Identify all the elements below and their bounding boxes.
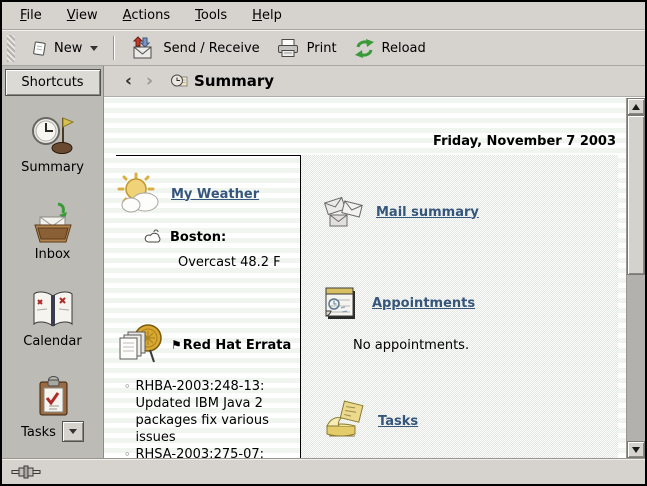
- errata-section: ⚑Red Hat Errata ◦ RHBA-2003:248-13: Upda…: [116, 322, 300, 458]
- send-receive-icon: [130, 36, 157, 60]
- chevron-down-icon: [90, 46, 98, 51]
- right-column: Mail summary: [300, 155, 618, 458]
- weather-condition: Overcast 48.2 F: [178, 255, 300, 270]
- errata-papers-icon: [116, 322, 166, 368]
- tasks-section: Tasks No tasks: [321, 399, 618, 458]
- sidebar-item-label: Calendar: [23, 334, 81, 349]
- summary-mini-icon: [170, 72, 189, 90]
- errata-item-text: RHSA-2003:275-07: Updated CUPS packages …: [136, 446, 301, 458]
- errata-section-header: ⚑Red Hat Errata: [116, 322, 300, 368]
- up-arrow-icon: [632, 104, 640, 110]
- envelopes-icon: [321, 191, 367, 233]
- new-button[interactable]: New: [23, 36, 106, 61]
- new-button-label: New: [54, 41, 82, 56]
- print-label: Print: [307, 41, 337, 56]
- send-receive-label: Send / Receive: [163, 41, 259, 56]
- send-receive-button[interactable]: Send / Receive: [122, 32, 267, 64]
- menu-help[interactable]: Help: [248, 5, 286, 26]
- sidebar-item-inbox[interactable]: Inbox: [29, 201, 77, 262]
- toolbar: New Send / Receive: [2, 30, 645, 66]
- toolbar-grip-handle[interactable]: [7, 35, 15, 62]
- scroll-up-button[interactable]: [627, 98, 645, 115]
- sun-cloud-icon: [116, 172, 162, 216]
- page-title: Summary: [194, 72, 274, 90]
- printer-icon: [276, 38, 301, 59]
- sidebar-item-label: Tasks: [21, 425, 56, 440]
- reload-icon: [353, 38, 376, 59]
- chevron-down-icon: [69, 429, 77, 434]
- online-plug-icon[interactable]: [11, 465, 41, 479]
- appointments-link[interactable]: Appointments: [372, 296, 475, 311]
- sidebar-item-tasks[interactable]: Tasks: [21, 375, 84, 442]
- errata-list: ◦ RHBA-2003:248-13: Updated IBM Java 2 p…: [124, 378, 300, 458]
- appointments-pad-icon: [321, 283, 363, 323]
- scrollbar-thumb[interactable]: [627, 115, 645, 275]
- menu-view[interactable]: View: [63, 5, 102, 26]
- evolution-window: File View Actions Tools Help New: [0, 0, 647, 486]
- sidebar-item-summary[interactable]: Summary: [21, 114, 84, 175]
- errata-item-text: RHBA-2003:248-13: Updated IBM Java 2 pac…: [136, 378, 301, 446]
- errata-title: ⚑Red Hat Errata: [171, 338, 291, 353]
- summary-content: Friday, November 7 2003: [104, 98, 626, 458]
- summary-columns: My Weather Boston:: [116, 155, 618, 458]
- shortcuts-button[interactable]: Shortcuts: [5, 69, 101, 96]
- date-heading: Friday, November 7 2003: [104, 134, 616, 149]
- weather-city-row: Boston:: [144, 229, 300, 245]
- menu-tools[interactable]: Tools: [191, 5, 231, 26]
- down-arrow-icon: [632, 447, 640, 453]
- menu-actions[interactable]: Actions: [119, 5, 175, 26]
- appointments-section-header: Appointments: [321, 283, 618, 323]
- folder-header: ‹ › Summary: [104, 66, 645, 97]
- small-cloud-icon: [144, 229, 163, 245]
- my-weather-link[interactable]: My Weather: [171, 187, 259, 202]
- back-button[interactable]: ‹: [118, 71, 139, 91]
- left-column: My Weather Boston:: [116, 155, 300, 458]
- flag-icon: ⚑: [171, 338, 182, 352]
- reload-button[interactable]: Reload: [345, 34, 434, 63]
- summary-clock-icon: [28, 114, 76, 158]
- errata-list-item[interactable]: ◦ RHBA-2003:248-13: Updated IBM Java 2 p…: [124, 378, 300, 446]
- sticky-notes-icon: [321, 399, 369, 443]
- errata-list-item[interactable]: ◦ RHSA-2003:275-07: Updated CUPS package…: [124, 446, 300, 458]
- bullet-icon: ◦: [124, 446, 131, 458]
- sidebar-item-calendar[interactable]: Calendar: [23, 288, 81, 349]
- bullet-icon: ◦: [124, 378, 131, 446]
- tasks-section-header: Tasks: [321, 399, 618, 443]
- main-panel: ‹ › Summary Friday, November 7 2003: [104, 66, 645, 458]
- menubar: File View Actions Tools Help: [2, 2, 645, 30]
- tasks-label-row: Tasks: [21, 421, 84, 442]
- calendar-icon: [29, 288, 77, 332]
- shortcut-group-dropdown-button[interactable]: [62, 421, 84, 442]
- sidebar-item-label: Summary: [21, 160, 84, 175]
- new-note-icon: [31, 40, 48, 57]
- tasks-icon: [29, 375, 77, 419]
- errata-title-text: Red Hat Errata: [183, 338, 292, 353]
- summary-viewport: Friday, November 7 2003: [104, 97, 645, 458]
- appointments-body: No appointments.: [353, 338, 618, 353]
- reload-label: Reload: [382, 41, 426, 56]
- sidebar-item-label: Inbox: [35, 247, 71, 262]
- tasks-link[interactable]: Tasks: [378, 414, 418, 429]
- menu-file[interactable]: File: [16, 5, 46, 26]
- scroll-down-button[interactable]: [627, 441, 645, 458]
- scrollbar-trough[interactable]: [627, 275, 645, 441]
- print-button[interactable]: Print: [268, 34, 345, 63]
- body-row: Shortcuts Summary: [2, 66, 645, 458]
- shortcut-bar: Shortcuts Summary: [2, 66, 104, 458]
- appointments-section: Appointments No appointments.: [321, 283, 618, 353]
- inbox-icon: [29, 201, 77, 245]
- toolbar-separator: [113, 36, 115, 60]
- weather-section-header: My Weather: [116, 172, 300, 216]
- mail-summary-link[interactable]: Mail summary: [376, 205, 479, 220]
- forward-button[interactable]: ›: [139, 71, 160, 91]
- weather-city: Boston:: [170, 230, 226, 245]
- mail-section-header: Mail summary: [321, 191, 618, 233]
- status-bar: [2, 458, 645, 484]
- vertical-scrollbar[interactable]: [626, 98, 645, 458]
